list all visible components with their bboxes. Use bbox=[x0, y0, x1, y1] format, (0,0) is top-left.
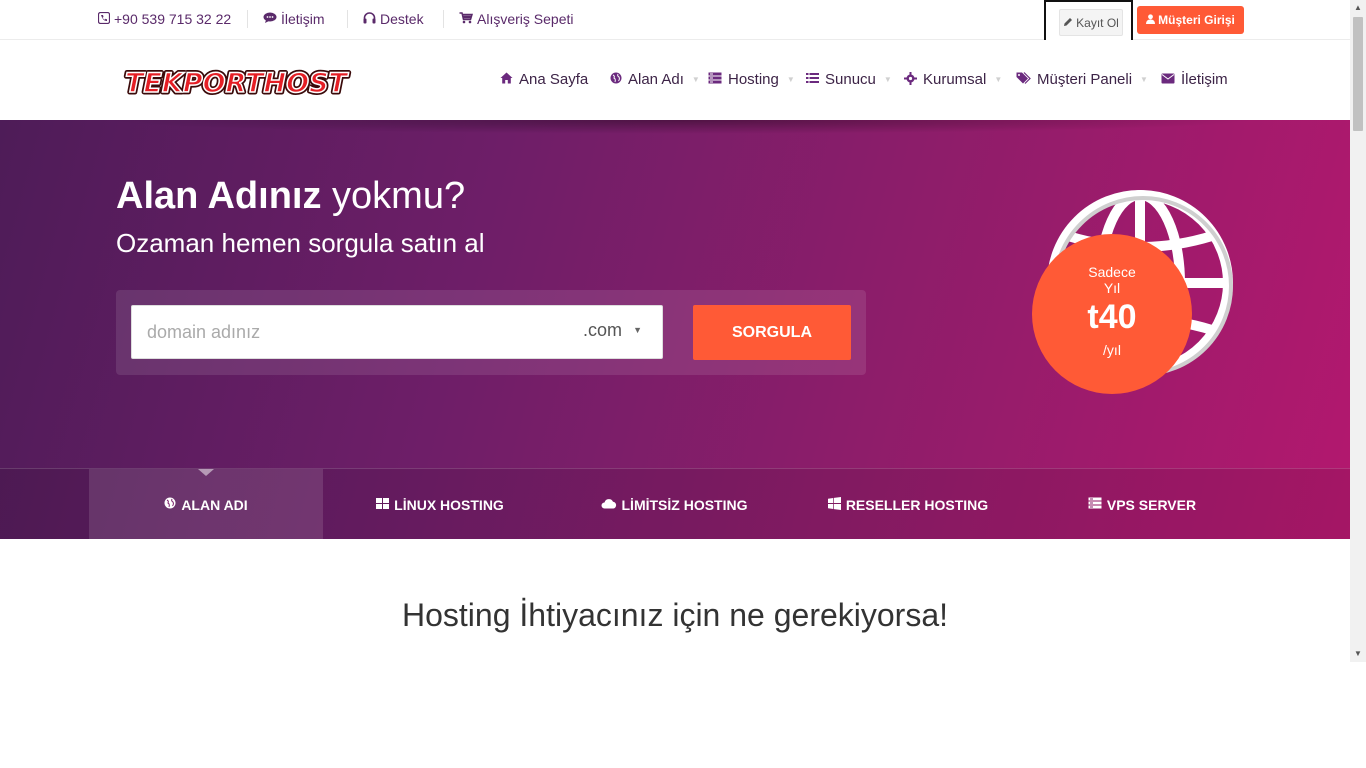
divider bbox=[443, 10, 444, 28]
nav-home-label: Ana Sayfa bbox=[519, 71, 589, 88]
nav-corporate[interactable]: Kurumsal ▼ bbox=[904, 71, 1002, 88]
chevron-down-icon: ▼ bbox=[691, 75, 700, 84]
hero-banner: Alan Adınız yokmu? Ozaman hemen sorgula … bbox=[0, 120, 1350, 539]
hero-title-bold: Alan Adınız bbox=[116, 175, 322, 217]
tab-domain-label: ALAN ADI bbox=[181, 496, 248, 513]
divider bbox=[347, 10, 348, 28]
phone-link[interactable]: +90 539 715 32 22 bbox=[97, 11, 232, 27]
scroll-down-icon[interactable]: ▼ bbox=[1350, 646, 1366, 662]
domain-search-placeholder: domain adınız bbox=[147, 322, 261, 342]
chevron-down-icon: ▼ bbox=[786, 75, 795, 84]
active-tab-arrow bbox=[198, 469, 214, 476]
badge-price: t40 bbox=[1087, 298, 1137, 336]
tab-reseller-hosting-label: RESELLER HOSTING bbox=[845, 496, 989, 513]
domain-search-input[interactable]: domain adınız .com ▼ bbox=[131, 305, 663, 359]
grid-icon bbox=[376, 497, 390, 512]
support-label: Destek bbox=[380, 11, 424, 27]
logo-text: TEKPORTHOST bbox=[125, 68, 350, 99]
scroll-up-icon[interactable]: ▲ bbox=[1350, 0, 1366, 16]
chevron-down-icon: ▼ bbox=[994, 75, 1003, 84]
nav-server[interactable]: Sunucu ▼ bbox=[806, 71, 892, 88]
page: +90 539 715 32 22 İletişim Destek Alışve… bbox=[0, 0, 1366, 768]
tab-linux-hosting[interactable]: LİNUX HOSTING bbox=[323, 469, 557, 539]
nav-hosting-label: Hosting bbox=[728, 71, 779, 88]
register-label: Kayıt Ol bbox=[1076, 15, 1119, 30]
tab-vps-server[interactable]: VPS SERVER bbox=[1025, 469, 1259, 539]
phone-number: +90 539 715 32 22 bbox=[114, 11, 232, 27]
nav-client-panel-label: Müşteri Paneli bbox=[1037, 71, 1133, 88]
site-logo[interactable]: TEKPORTHOST TEKPORTHOST bbox=[120, 64, 353, 102]
comment-icon bbox=[263, 12, 277, 27]
cloud-icon bbox=[601, 497, 617, 512]
price-badge: Sadece Yıl t40 /yıl bbox=[1032, 234, 1192, 394]
hero-title: Alan Adınız yokmu? bbox=[116, 175, 465, 218]
nav-client-panel[interactable]: Müşteri Paneli ▼ bbox=[1016, 71, 1148, 88]
nav-contact-label: İletişim bbox=[1181, 71, 1228, 88]
pencil-icon bbox=[1063, 16, 1073, 30]
nav-home[interactable]: Ana Sayfa bbox=[500, 71, 588, 88]
envelope-icon bbox=[1161, 72, 1175, 87]
badge-line-2: Yıl bbox=[1103, 280, 1121, 296]
header-shadow bbox=[100, 120, 1260, 134]
topbar-contact-link[interactable]: İletişim bbox=[263, 11, 325, 27]
chevron-down-icon: ▼ bbox=[1140, 75, 1148, 84]
hero-subtitle: Ozaman hemen sorgula satın al bbox=[116, 228, 485, 258]
cart-icon bbox=[459, 11, 474, 27]
windows-icon bbox=[827, 496, 841, 513]
tab-reseller-hosting[interactable]: RESELLER HOSTING bbox=[791, 469, 1025, 539]
tab-vps-server-label: VPS SERVER bbox=[1106, 496, 1197, 513]
badge-line-1: Sadece bbox=[1088, 264, 1136, 280]
server-icon bbox=[708, 72, 722, 87]
cart-label: Alışveriş Sepeti bbox=[477, 11, 574, 27]
home-icon bbox=[500, 72, 513, 87]
divider bbox=[247, 10, 248, 28]
header: TEKPORTHOST TEKPORTHOST Ana Sayfa Alan A… bbox=[0, 40, 1350, 120]
tld-select[interactable]: .com bbox=[583, 320, 622, 341]
nav-hosting[interactable]: Hosting ▼ bbox=[708, 71, 795, 88]
user-icon bbox=[1146, 13, 1156, 27]
nav-corporate-label: Kurumsal bbox=[923, 71, 987, 88]
register-button[interactable]: Kayıt Ol bbox=[1059, 9, 1123, 36]
tags-icon bbox=[1016, 72, 1031, 87]
server-icon bbox=[1088, 497, 1102, 512]
cart-link[interactable]: Alışveriş Sepeti bbox=[459, 11, 573, 27]
support-link[interactable]: Destek bbox=[363, 11, 424, 27]
nav-domain-label: Alan Adı bbox=[628, 71, 684, 88]
list-icon bbox=[806, 72, 819, 87]
phone-icon bbox=[97, 11, 111, 27]
search-button[interactable]: SORGULA bbox=[693, 305, 851, 360]
nav-domain[interactable]: Alan Adı ▼ bbox=[610, 71, 700, 88]
gear-icon bbox=[904, 71, 917, 88]
login-button[interactable]: Müşteri Girişi bbox=[1137, 6, 1244, 34]
topbar-contact-label: İletişim bbox=[281, 11, 325, 27]
badge-period: /yıl bbox=[1103, 342, 1121, 358]
domain-search-box: domain adınız .com ▼ SORGULA bbox=[116, 290, 866, 375]
scrollbar-thumb[interactable] bbox=[1353, 17, 1363, 131]
logo-image: TEKPORTHOST TEKPORTHOST bbox=[123, 66, 353, 102]
hero-title-light: yokmu? bbox=[321, 175, 466, 217]
nav-contact[interactable]: İletişim bbox=[1161, 71, 1228, 88]
tab-linux-hosting-label: LİNUX HOSTING bbox=[394, 496, 504, 513]
section-title: Hosting İhtiyacınız için ne gerekiyorsa! bbox=[401, 597, 949, 633]
tab-unlimited-hosting[interactable]: LİMİTSİZ HOSTING bbox=[557, 469, 791, 539]
tab-unlimited-hosting-label: LİMİTSİZ HOSTING bbox=[621, 496, 748, 513]
nav-server-label: Sunucu bbox=[825, 71, 876, 88]
globe-icon bbox=[164, 497, 176, 512]
page-scrollbar[interactable]: ▲ ▼ bbox=[1350, 0, 1366, 662]
globe-icon bbox=[610, 72, 622, 87]
headphones-icon bbox=[363, 11, 376, 27]
tab-domain[interactable]: ALAN ADI bbox=[89, 469, 323, 539]
chevron-down-icon: ▼ bbox=[633, 325, 642, 335]
chevron-down-icon: ▼ bbox=[883, 75, 892, 84]
product-tabs: ALAN ADI LİNUX HOSTING LİMİTSİZ HOSTING … bbox=[0, 468, 1350, 539]
top-bar: +90 539 715 32 22 İletişim Destek Alışve… bbox=[0, 0, 1350, 49]
login-label: Müşteri Girişi bbox=[1158, 13, 1235, 27]
